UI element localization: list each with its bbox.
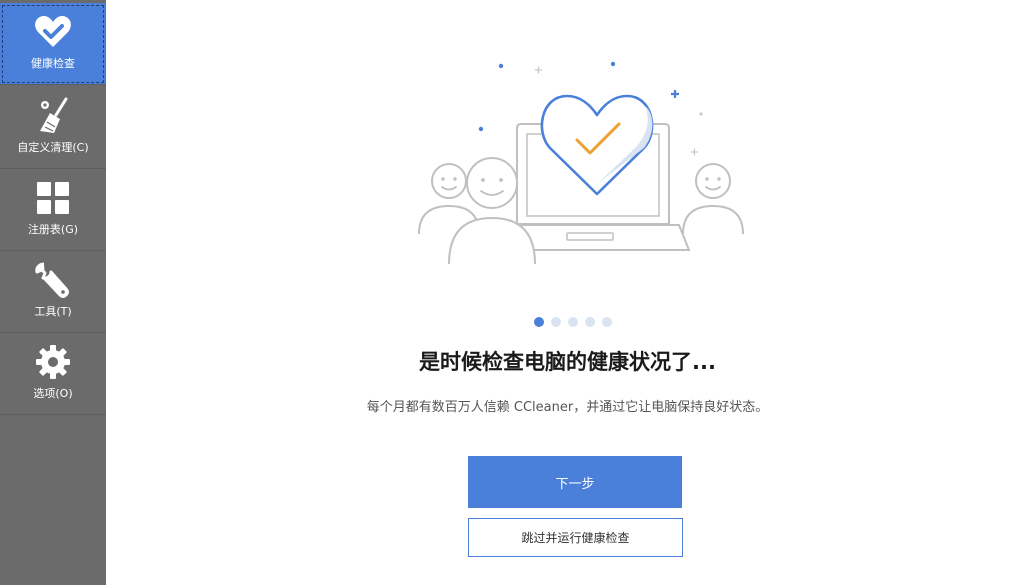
broom-icon: [34, 97, 72, 135]
carousel-dot[interactable]: [585, 317, 595, 327]
grid-icon: [36, 179, 70, 217]
headline: 是时候检查电脑的健康状况了...: [419, 350, 716, 374]
sidebar-item-label: 工具(T): [34, 305, 72, 318]
subtext: 每个月都有数百万人信赖 CCleaner，并通过它让电脑保持良好状态。: [366, 400, 769, 415]
sidebar: 健康检查 自定义清理(C) 注册表(G) 工具(T) 选项(O): [0, 0, 106, 585]
carousel-dot[interactable]: [602, 317, 612, 327]
wrench-icon: [35, 261, 71, 299]
skip-and-run-health-check-button[interactable]: 跳过并运行健康检查: [468, 518, 683, 557]
carousel-indicator: [534, 317, 612, 327]
sidebar-item-label: 自定义清理(C): [17, 141, 89, 154]
sidebar-item-custom-clean[interactable]: 自定义清理(C): [0, 87, 106, 169]
carousel-dot[interactable]: [568, 317, 578, 327]
main-panel: 是时候检查电脑的健康状况了... 每个月都有数百万人信赖 CCleaner，并通…: [107, 0, 1028, 585]
carousel-dot[interactable]: [534, 317, 544, 327]
sidebar-item-label: 注册表(G): [27, 223, 79, 236]
sidebar-item-label: 健康检查: [31, 57, 75, 70]
sidebar-item-label: 选项(O): [33, 387, 73, 400]
gear-icon: [35, 343, 71, 381]
health-check-illustration: [418, 61, 744, 265]
sidebar-item-health-check[interactable]: 健康检查: [0, 3, 106, 85]
heart-check-icon: [34, 13, 72, 51]
carousel-dot[interactable]: [551, 317, 561, 327]
sidebar-item-registry[interactable]: 注册表(G): [0, 169, 106, 251]
sidebar-item-tools[interactable]: 工具(T): [0, 251, 106, 333]
sidebar-item-options[interactable]: 选项(O): [0, 333, 106, 415]
next-button[interactable]: 下一步: [468, 456, 682, 508]
